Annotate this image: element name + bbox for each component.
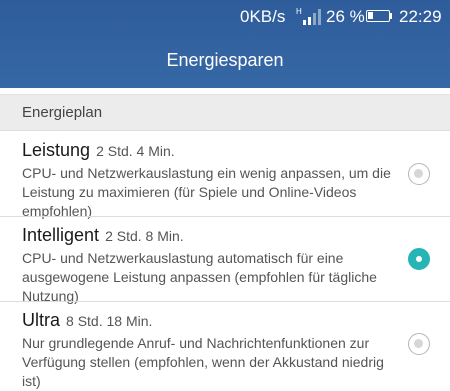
network-speed: 0KB/s: [240, 7, 286, 26]
section-label: Energieplan: [22, 104, 103, 121]
section-header: Energieplan: [0, 94, 450, 131]
option-leistung[interactable]: Leistung 2 Std. 4 Min. CPU- und Netzwerka…: [0, 131, 450, 219]
radio-intelligent[interactable]: [408, 248, 430, 270]
option-ultra[interactable]: Ultra 8 Std. 18 Min. Nur grundlegende Anr…: [0, 302, 450, 389]
battery-percent: 26 %: [326, 7, 365, 26]
option-description: CPU- und Netzwerkauslastung ein wenig an…: [22, 165, 391, 219]
option-title-line: Intelligent 2 Std. 8 Min.: [22, 225, 184, 246]
option-title: Intelligent: [22, 225, 100, 245]
battery-fill: [368, 12, 373, 19]
battery-tip: [390, 13, 392, 19]
option-intelligent[interactable]: Intelligent 2 Std. 8 Min. CPU- und Netzwe…: [0, 217, 450, 304]
option-title: Leistung: [22, 140, 91, 160]
option-title-line: Ultra 8 Std. 18 Min.: [22, 310, 152, 331]
option-title: Ultra: [22, 310, 61, 330]
radio-leistung[interactable]: [408, 163, 430, 185]
option-time: 2 Std. 4 Min.: [96, 143, 175, 159]
signal-icon: H: [296, 7, 321, 25]
signal-type-label: H: [296, 7, 302, 16]
app-header: 0KB/s H 26 % 22:29 Energiesparen: [0, 0, 450, 88]
page-title: Energiesparen: [166, 50, 284, 70]
option-description: CPU- und Netzwerkauslastung automatisch …: [22, 250, 377, 304]
option-description: Nur grundlegende Anruf- und Nachrichtenf…: [22, 335, 384, 389]
option-title-line: Leistung 2 Std. 4 Min.: [22, 140, 175, 161]
clock: 22:29: [399, 7, 442, 26]
option-time: 2 Std. 8 Min.: [105, 228, 184, 244]
radio-ultra[interactable]: [408, 333, 430, 355]
battery-icon: [366, 10, 390, 22]
option-time: 8 Std. 18 Min.: [66, 313, 153, 329]
status-bar: 0KB/s H 26 % 22:29: [0, 0, 450, 34]
